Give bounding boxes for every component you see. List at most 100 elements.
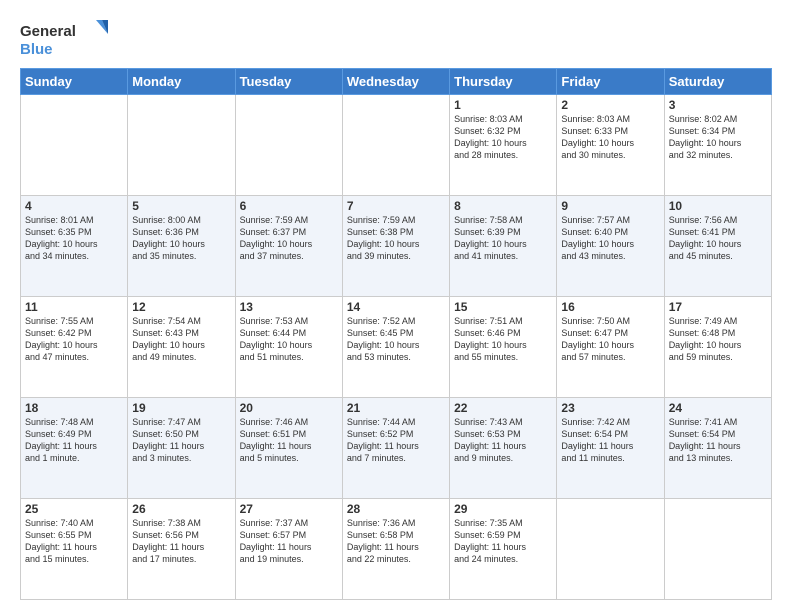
- calendar-cell: 20Sunrise: 7:46 AM Sunset: 6:51 PM Dayli…: [235, 398, 342, 499]
- day-info: Sunrise: 8:01 AM Sunset: 6:35 PM Dayligh…: [25, 214, 123, 263]
- day-info: Sunrise: 8:03 AM Sunset: 6:32 PM Dayligh…: [454, 113, 552, 162]
- day-info: Sunrise: 8:00 AM Sunset: 6:36 PM Dayligh…: [132, 214, 230, 263]
- svg-text:General: General: [20, 23, 76, 40]
- week-row-2: 4Sunrise: 8:01 AM Sunset: 6:35 PM Daylig…: [21, 196, 772, 297]
- day-number: 3: [669, 98, 767, 112]
- calendar-cell: 29Sunrise: 7:35 AM Sunset: 6:59 PM Dayli…: [450, 499, 557, 600]
- calendar-page: General Blue SundayMondayTuesdayWednesda…: [0, 0, 792, 612]
- weekday-header-sunday: Sunday: [21, 69, 128, 95]
- weekday-header-row: SundayMondayTuesdayWednesdayThursdayFrid…: [21, 69, 772, 95]
- calendar-cell: 3Sunrise: 8:02 AM Sunset: 6:34 PM Daylig…: [664, 95, 771, 196]
- day-info: Sunrise: 7:58 AM Sunset: 6:39 PM Dayligh…: [454, 214, 552, 263]
- calendar-cell: 5Sunrise: 8:00 AM Sunset: 6:36 PM Daylig…: [128, 196, 235, 297]
- day-info: Sunrise: 7:53 AM Sunset: 6:44 PM Dayligh…: [240, 315, 338, 364]
- day-number: 14: [347, 300, 445, 314]
- calendar-cell: 17Sunrise: 7:49 AM Sunset: 6:48 PM Dayli…: [664, 297, 771, 398]
- day-number: 11: [25, 300, 123, 314]
- week-row-4: 18Sunrise: 7:48 AM Sunset: 6:49 PM Dayli…: [21, 398, 772, 499]
- day-number: 13: [240, 300, 338, 314]
- calendar-cell: [235, 95, 342, 196]
- day-info: Sunrise: 7:52 AM Sunset: 6:45 PM Dayligh…: [347, 315, 445, 364]
- day-number: 23: [561, 401, 659, 415]
- calendar-cell: 12Sunrise: 7:54 AM Sunset: 6:43 PM Dayli…: [128, 297, 235, 398]
- calendar-cell: [664, 499, 771, 600]
- day-number: 1: [454, 98, 552, 112]
- day-info: Sunrise: 7:42 AM Sunset: 6:54 PM Dayligh…: [561, 416, 659, 465]
- day-number: 27: [240, 502, 338, 516]
- calendar-cell: 18Sunrise: 7:48 AM Sunset: 6:49 PM Dayli…: [21, 398, 128, 499]
- day-number: 21: [347, 401, 445, 415]
- day-info: Sunrise: 7:36 AM Sunset: 6:58 PM Dayligh…: [347, 517, 445, 566]
- week-row-3: 11Sunrise: 7:55 AM Sunset: 6:42 PM Dayli…: [21, 297, 772, 398]
- calendar-cell: 26Sunrise: 7:38 AM Sunset: 6:56 PM Dayli…: [128, 499, 235, 600]
- day-info: Sunrise: 7:59 AM Sunset: 6:37 PM Dayligh…: [240, 214, 338, 263]
- logo-svg: General Blue: [20, 16, 110, 60]
- day-number: 2: [561, 98, 659, 112]
- day-number: 5: [132, 199, 230, 213]
- calendar-cell: [128, 95, 235, 196]
- calendar-cell: 9Sunrise: 7:57 AM Sunset: 6:40 PM Daylig…: [557, 196, 664, 297]
- day-number: 20: [240, 401, 338, 415]
- weekday-header-saturday: Saturday: [664, 69, 771, 95]
- day-number: 25: [25, 502, 123, 516]
- week-row-5: 25Sunrise: 7:40 AM Sunset: 6:55 PM Dayli…: [21, 499, 772, 600]
- calendar-cell: 1Sunrise: 8:03 AM Sunset: 6:32 PM Daylig…: [450, 95, 557, 196]
- day-number: 7: [347, 199, 445, 213]
- calendar-cell: [21, 95, 128, 196]
- day-info: Sunrise: 7:46 AM Sunset: 6:51 PM Dayligh…: [240, 416, 338, 465]
- day-info: Sunrise: 7:48 AM Sunset: 6:49 PM Dayligh…: [25, 416, 123, 465]
- calendar-cell: 24Sunrise: 7:41 AM Sunset: 6:54 PM Dayli…: [664, 398, 771, 499]
- day-info: Sunrise: 7:41 AM Sunset: 6:54 PM Dayligh…: [669, 416, 767, 465]
- day-number: 10: [669, 199, 767, 213]
- logo: General Blue: [20, 16, 110, 60]
- day-number: 15: [454, 300, 552, 314]
- calendar-cell: [557, 499, 664, 600]
- day-info: Sunrise: 7:35 AM Sunset: 6:59 PM Dayligh…: [454, 517, 552, 566]
- day-info: Sunrise: 7:44 AM Sunset: 6:52 PM Dayligh…: [347, 416, 445, 465]
- calendar-cell: 21Sunrise: 7:44 AM Sunset: 6:52 PM Dayli…: [342, 398, 449, 499]
- calendar-cell: 6Sunrise: 7:59 AM Sunset: 6:37 PM Daylig…: [235, 196, 342, 297]
- day-number: 8: [454, 199, 552, 213]
- day-number: 9: [561, 199, 659, 213]
- day-number: 12: [132, 300, 230, 314]
- calendar-table: SundayMondayTuesdayWednesdayThursdayFrid…: [20, 68, 772, 600]
- weekday-header-friday: Friday: [557, 69, 664, 95]
- day-number: 6: [240, 199, 338, 213]
- calendar-cell: 19Sunrise: 7:47 AM Sunset: 6:50 PM Dayli…: [128, 398, 235, 499]
- day-number: 22: [454, 401, 552, 415]
- day-number: 16: [561, 300, 659, 314]
- calendar-cell: 23Sunrise: 7:42 AM Sunset: 6:54 PM Dayli…: [557, 398, 664, 499]
- calendar-cell: 8Sunrise: 7:58 AM Sunset: 6:39 PM Daylig…: [450, 196, 557, 297]
- calendar-cell: 13Sunrise: 7:53 AM Sunset: 6:44 PM Dayli…: [235, 297, 342, 398]
- header: General Blue: [20, 16, 772, 60]
- calendar-cell: 16Sunrise: 7:50 AM Sunset: 6:47 PM Dayli…: [557, 297, 664, 398]
- day-number: 24: [669, 401, 767, 415]
- calendar-cell: 4Sunrise: 8:01 AM Sunset: 6:35 PM Daylig…: [21, 196, 128, 297]
- calendar-cell: 11Sunrise: 7:55 AM Sunset: 6:42 PM Dayli…: [21, 297, 128, 398]
- day-info: Sunrise: 7:38 AM Sunset: 6:56 PM Dayligh…: [132, 517, 230, 566]
- weekday-header-tuesday: Tuesday: [235, 69, 342, 95]
- day-info: Sunrise: 7:40 AM Sunset: 6:55 PM Dayligh…: [25, 517, 123, 566]
- day-info: Sunrise: 7:55 AM Sunset: 6:42 PM Dayligh…: [25, 315, 123, 364]
- calendar-cell: 10Sunrise: 7:56 AM Sunset: 6:41 PM Dayli…: [664, 196, 771, 297]
- day-number: 17: [669, 300, 767, 314]
- day-info: Sunrise: 7:50 AM Sunset: 6:47 PM Dayligh…: [561, 315, 659, 364]
- day-number: 4: [25, 199, 123, 213]
- day-number: 28: [347, 502, 445, 516]
- calendar-cell: [342, 95, 449, 196]
- day-info: Sunrise: 7:54 AM Sunset: 6:43 PM Dayligh…: [132, 315, 230, 364]
- day-info: Sunrise: 7:49 AM Sunset: 6:48 PM Dayligh…: [669, 315, 767, 364]
- day-info: Sunrise: 8:02 AM Sunset: 6:34 PM Dayligh…: [669, 113, 767, 162]
- calendar-cell: 14Sunrise: 7:52 AM Sunset: 6:45 PM Dayli…: [342, 297, 449, 398]
- day-info: Sunrise: 7:37 AM Sunset: 6:57 PM Dayligh…: [240, 517, 338, 566]
- svg-text:Blue: Blue: [20, 41, 53, 58]
- calendar-cell: 7Sunrise: 7:59 AM Sunset: 6:38 PM Daylig…: [342, 196, 449, 297]
- day-number: 26: [132, 502, 230, 516]
- day-info: Sunrise: 7:43 AM Sunset: 6:53 PM Dayligh…: [454, 416, 552, 465]
- calendar-cell: 27Sunrise: 7:37 AM Sunset: 6:57 PM Dayli…: [235, 499, 342, 600]
- day-info: Sunrise: 7:56 AM Sunset: 6:41 PM Dayligh…: [669, 214, 767, 263]
- day-number: 18: [25, 401, 123, 415]
- calendar-cell: 15Sunrise: 7:51 AM Sunset: 6:46 PM Dayli…: [450, 297, 557, 398]
- day-info: Sunrise: 7:51 AM Sunset: 6:46 PM Dayligh…: [454, 315, 552, 364]
- calendar-cell: 22Sunrise: 7:43 AM Sunset: 6:53 PM Dayli…: [450, 398, 557, 499]
